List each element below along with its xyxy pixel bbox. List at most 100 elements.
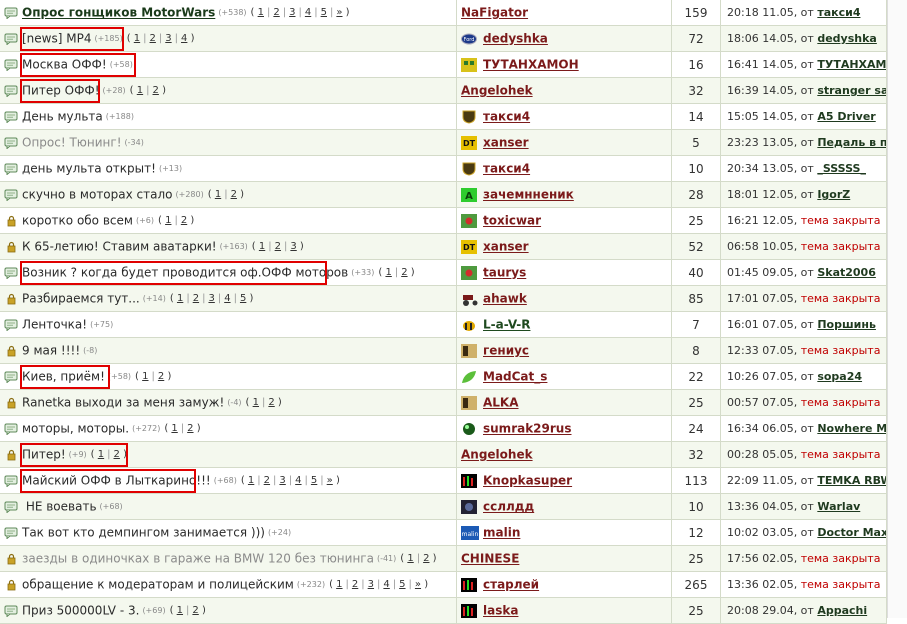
page-link[interactable]: 1 xyxy=(258,7,264,18)
page-link[interactable]: 3 xyxy=(279,475,285,486)
last-post-user-link[interactable]: sopa24 xyxy=(817,370,862,383)
author-link[interactable]: L-a-V-R xyxy=(483,318,530,332)
page-link[interactable]: 4 xyxy=(305,7,311,18)
page-link[interactable]: 2 xyxy=(275,241,281,252)
topic-title-link[interactable]: коротко обо всем xyxy=(22,214,133,228)
topic-title-link[interactable]: Москва ОФФ! xyxy=(22,58,107,72)
author-link[interactable]: Knopkasuper xyxy=(483,474,572,488)
page-link[interactable]: 2 xyxy=(158,371,164,382)
page-link[interactable]: 1 xyxy=(134,33,140,44)
last-post-user-link[interactable]: Поршинь xyxy=(817,318,876,331)
author-link[interactable]: MadCat_s xyxy=(483,370,547,384)
last-post-user-link[interactable]: Skat2006 xyxy=(817,266,876,279)
page-link[interactable]: 1 xyxy=(259,241,265,252)
page-link[interactable]: 2 xyxy=(352,579,358,590)
page-link[interactable]: 2 xyxy=(192,605,198,616)
topic-title-link[interactable]: Ranetka выходи за меня замуж! xyxy=(22,396,224,410)
author-link[interactable]: CHINESE xyxy=(461,552,519,566)
page-link[interactable]: 2 xyxy=(181,215,187,226)
page-link[interactable]: 4 xyxy=(295,475,301,486)
author-link[interactable]: laska xyxy=(483,604,518,618)
author-link[interactable]: malin xyxy=(483,526,520,540)
last-post-user-link[interactable]: TEMKA RBW xyxy=(817,474,885,487)
page-link[interactable]: 5 xyxy=(311,475,317,486)
scrollbar[interactable] xyxy=(887,0,907,618)
page-link[interactable]: 5 xyxy=(399,579,405,590)
author-link[interactable]: ТУТАНХАМОН xyxy=(483,58,579,72)
author-link[interactable]: NaFigator xyxy=(461,6,528,20)
page-link[interactable]: 2 xyxy=(193,293,199,304)
last-post-user-link[interactable]: Nowhere Man xyxy=(817,422,885,435)
author-link[interactable]: ссллдд xyxy=(483,500,534,514)
topic-title-link[interactable]: НЕ воевать xyxy=(22,500,97,514)
topic-title-link[interactable]: моторы, моторы. xyxy=(22,422,129,436)
last-post-user-link[interactable]: A5 Driver xyxy=(817,110,875,123)
page-link[interactable]: 1 xyxy=(177,605,183,616)
author-link[interactable]: ALKA xyxy=(483,396,519,410)
topic-title-link[interactable]: 9 мая !!!! xyxy=(22,344,80,358)
topic-title-link[interactable]: Разбираемся тут... xyxy=(22,292,140,306)
last-post-user-link[interactable]: _SSSSS_ xyxy=(817,162,866,175)
author-link[interactable]: Angelohek xyxy=(461,448,533,462)
topic-title-link[interactable]: К 65-летию! Ставим аватарки! xyxy=(22,240,217,254)
page-link[interactable]: 1 xyxy=(142,371,148,382)
topic-title-link[interactable]: День мульта xyxy=(22,110,103,124)
page-link[interactable]: 1 xyxy=(98,449,104,460)
page-link[interactable]: 3 xyxy=(368,579,374,590)
author-link[interactable]: Angelohek xyxy=(461,84,533,98)
page-link[interactable]: » xyxy=(336,7,342,18)
topic-title-link[interactable]: день мульта открыт! xyxy=(22,162,156,176)
author-link[interactable]: sumrak29rus xyxy=(483,422,572,436)
page-link[interactable]: 1 xyxy=(137,85,143,96)
topic-title-link[interactable]: Возник ? когда будет проводится оф.ОФФ м… xyxy=(22,266,348,280)
last-post-user-link[interactable]: stranger san xyxy=(817,84,885,97)
topic-title-link[interactable]: Ленточка! xyxy=(22,318,87,332)
page-link[interactable]: 5 xyxy=(321,7,327,18)
page-link[interactable]: 1 xyxy=(385,267,391,278)
last-post-user-link[interactable]: такси4 xyxy=(817,6,860,19)
page-link[interactable]: 2 xyxy=(268,397,274,408)
last-post-user-link[interactable]: Doctor MaxWeLL xyxy=(817,526,885,539)
topic-title-link[interactable]: Киев, приём! xyxy=(22,370,105,384)
last-post-user-link[interactable]: Warlav xyxy=(817,500,860,513)
page-link[interactable]: 2 xyxy=(423,553,429,564)
page-link[interactable]: 2 xyxy=(231,189,237,200)
topic-title-link[interactable]: Приз 500000LV - 3. xyxy=(22,604,139,618)
author-link[interactable]: toxicwar xyxy=(483,214,541,228)
page-link[interactable]: 3 xyxy=(289,7,295,18)
page-link[interactable]: 3 xyxy=(290,241,296,252)
page-link[interactable]: 1 xyxy=(177,293,183,304)
topic-title-link[interactable]: Опрос! Тюнинг! xyxy=(22,136,122,150)
page-link[interactable]: 1 xyxy=(165,215,171,226)
author-link[interactable]: такси4 xyxy=(483,110,530,124)
author-link[interactable]: dedyshka xyxy=(483,32,548,46)
page-link[interactable]: 2 xyxy=(273,7,279,18)
last-post-user-link[interactable]: ТУТАНХАМОН xyxy=(817,58,885,71)
last-post-user-link[interactable]: Педаль в пол xyxy=(817,136,885,149)
page-link[interactable]: 2 xyxy=(150,33,156,44)
page-link[interactable]: 4 xyxy=(224,293,230,304)
author-link[interactable]: xanser xyxy=(483,136,529,150)
topic-title-link[interactable]: скучно в моторах стало xyxy=(22,188,173,202)
author-link[interactable]: гениус xyxy=(483,344,529,358)
author-link[interactable]: старлей xyxy=(483,578,539,592)
topic-title-link[interactable]: Так вот кто демпингом занимается ))) xyxy=(22,526,265,540)
topic-title-link[interactable]: Опрос гонщиков MotorWars xyxy=(22,6,215,20)
last-post-user-link[interactable]: dedyshka xyxy=(817,32,877,45)
page-link[interactable]: 1 xyxy=(171,423,177,434)
author-link[interactable]: зачемнненик xyxy=(483,188,574,202)
page-link[interactable]: 1 xyxy=(215,189,221,200)
page-link[interactable]: 4 xyxy=(383,579,389,590)
last-post-user-link[interactable]: Appachi xyxy=(817,604,867,617)
author-link[interactable]: taurys xyxy=(483,266,526,280)
page-link[interactable]: 1 xyxy=(336,579,342,590)
page-link[interactable]: 1 xyxy=(407,553,413,564)
page-link[interactable]: 2 xyxy=(153,85,159,96)
topic-title-link[interactable]: обращение к модераторам и полицейским xyxy=(22,578,294,592)
page-link[interactable]: 3 xyxy=(165,33,171,44)
page-link[interactable]: 4 xyxy=(181,33,187,44)
topic-title-link[interactable]: [news] MP4 xyxy=(22,32,91,46)
page-link[interactable]: 2 xyxy=(187,423,193,434)
page-link[interactable]: 5 xyxy=(240,293,246,304)
page-link[interactable]: 3 xyxy=(208,293,214,304)
